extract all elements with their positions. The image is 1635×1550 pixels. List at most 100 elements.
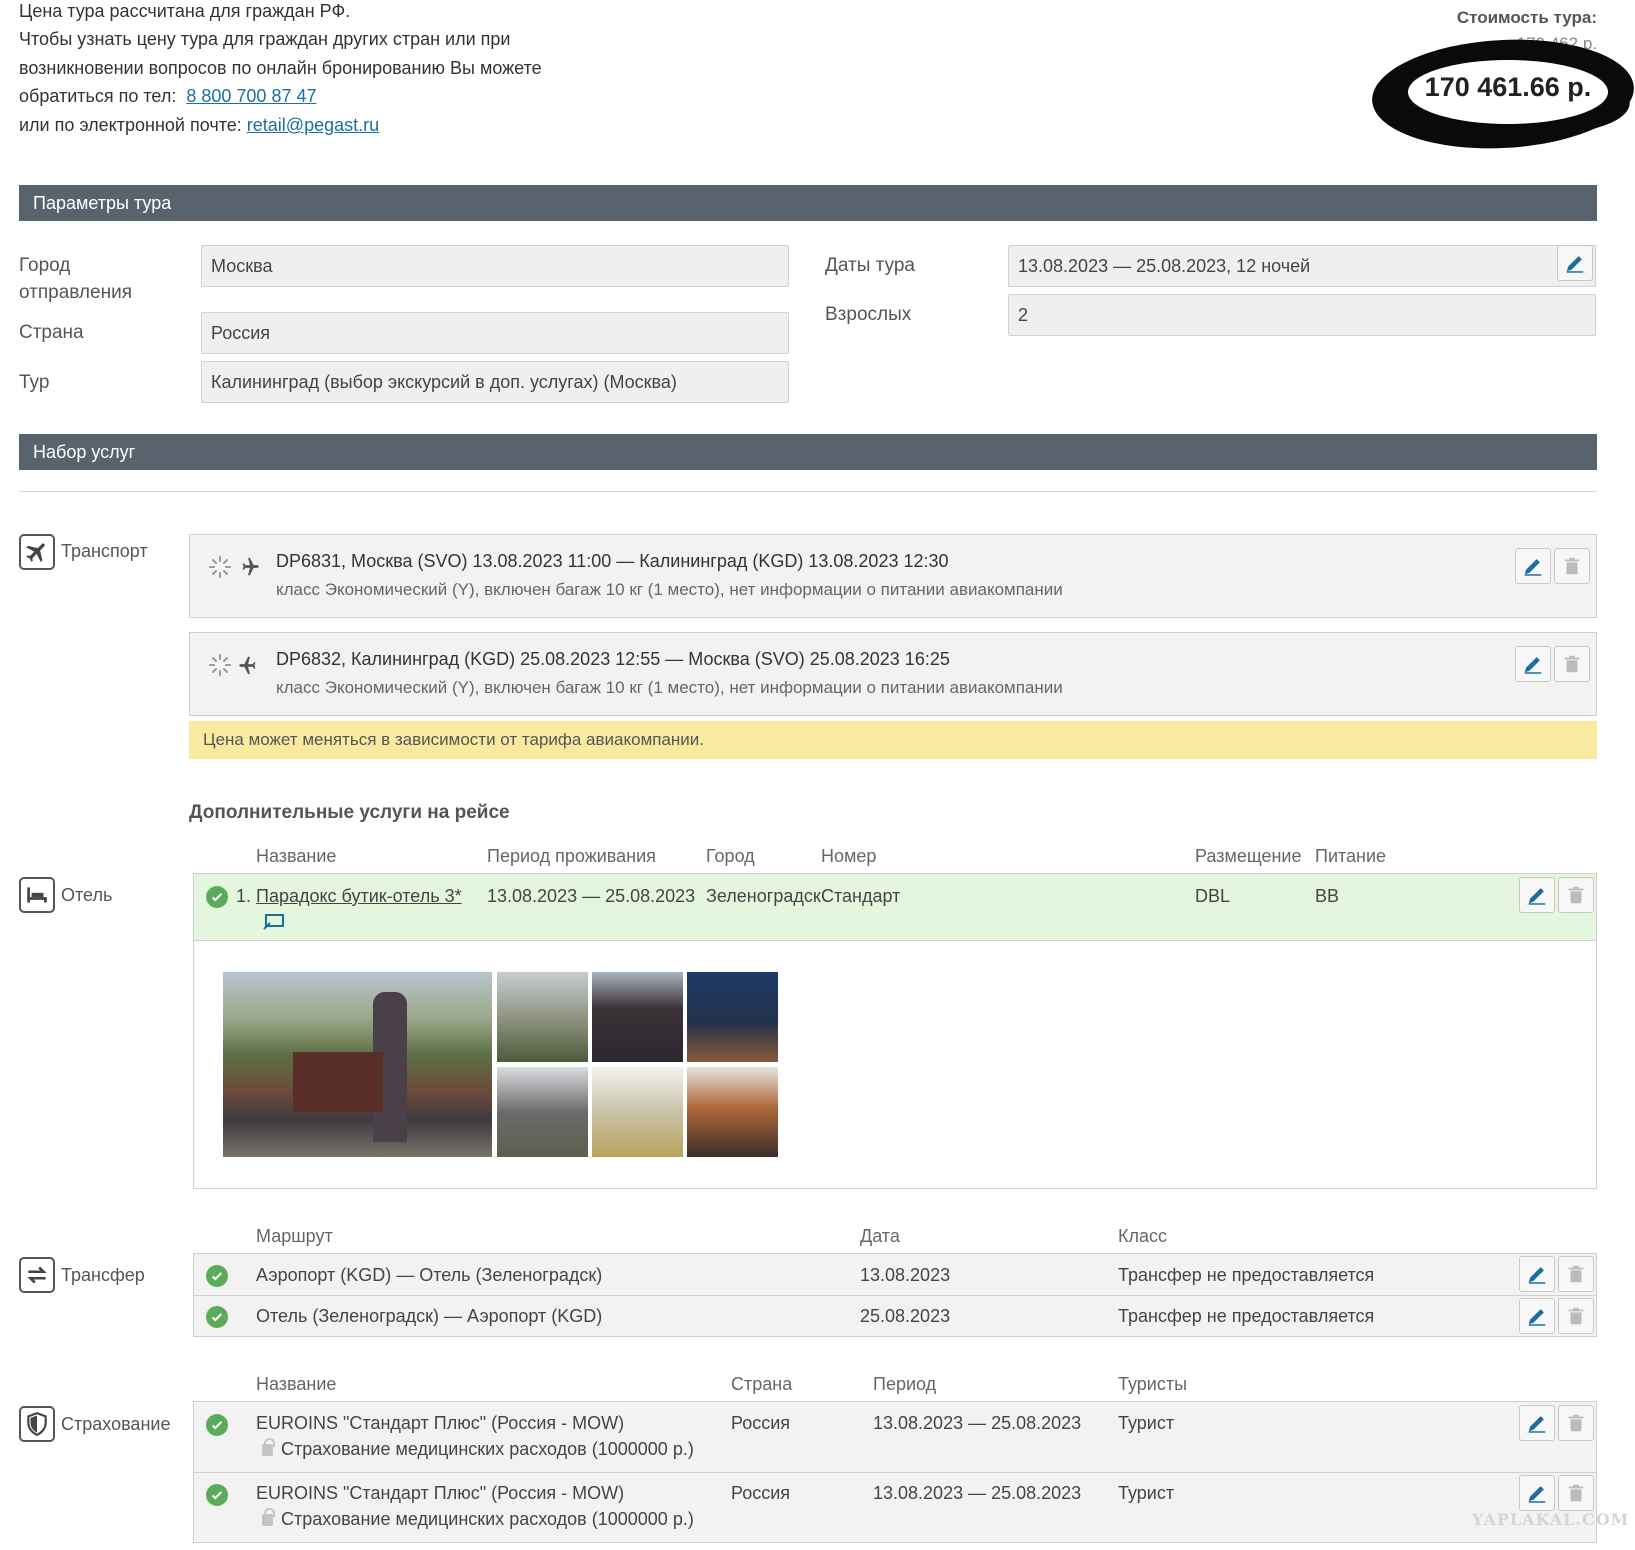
pencil-icon (1566, 256, 1584, 273)
edit-hotel-button[interactable] (1519, 877, 1555, 913)
pencil-icon (1528, 1309, 1546, 1326)
map-location-icon[interactable] (263, 913, 285, 931)
dates-label: Даты тура (825, 255, 915, 276)
transfer-route: Отель (Зеленоградск) — Аэропорт (KGD) (256, 1306, 603, 1326)
trash-icon (1568, 1265, 1584, 1283)
edit-transfer-button[interactable] (1519, 1256, 1555, 1292)
hotel-name-link[interactable]: Парадокс бутик-отель 3* (256, 886, 462, 907)
dates-field[interactable]: 13.08.2023 — 25.08.2023, 12 ночей (1008, 245, 1596, 287)
email-link[interactable]: retail@pegast.ru (247, 115, 379, 135)
pencil-icon (1524, 657, 1542, 674)
hotel-row-number: 1. (236, 886, 252, 906)
delete-flight-button[interactable] (1554, 646, 1590, 682)
transfer-route: Аэропорт (KGD) — Отель (Зеленоградск) (256, 1265, 603, 1285)
departure-label: Город отправления (19, 255, 132, 303)
insurance-table: EUROINS "Стандарт Плюс" (Россия - MOW) С… (193, 1401, 1597, 1543)
hotel-period: 13.08.2023 — 25.08.2023 (487, 886, 696, 906)
hotel-photo[interactable] (686, 1066, 779, 1158)
services-header: Набор услуг (19, 434, 1597, 470)
edit-dates-button[interactable] (1557, 245, 1593, 281)
lock-icon (262, 1508, 275, 1526)
hotel-col-city: Город (706, 846, 755, 866)
plane-depart-icon (242, 557, 259, 576)
flight-details: класс Экономический (Y), включен багаж 1… (276, 678, 1063, 697)
extra-services-heading[interactable]: Дополнительные услуги на рейсе (189, 802, 510, 824)
trash-icon (1568, 1414, 1584, 1432)
hotel-row: 1. Парадокс бутик-отель 3* 13.08.2023 — … (193, 873, 1597, 941)
trash-icon (1568, 1307, 1584, 1325)
hotel-photo-main[interactable] (222, 971, 493, 1158)
info-phone-line: обратиться по тел: 8 800 700 87 47 (19, 85, 316, 107)
edit-flight-button[interactable] (1515, 646, 1551, 682)
delete-transfer-button[interactable] (1558, 1256, 1594, 1292)
hotel-room: Стандарт (821, 886, 901, 906)
edit-flight-button[interactable] (1515, 548, 1551, 584)
flight-details: класс Экономический (Y), включен багаж 1… (276, 580, 1063, 599)
hotel-photo[interactable] (591, 1066, 684, 1158)
delete-flight-button[interactable] (1554, 548, 1590, 584)
hotel-photo[interactable] (686, 971, 779, 1063)
hotel-photo[interactable] (496, 971, 589, 1063)
check-icon (206, 1414, 228, 1436)
transfer-class: Трансфер не предоставляется (1118, 1265, 1375, 1285)
flight-card: DP6832, Калининград (KGD) 25.08.2023 12:… (189, 632, 1597, 716)
airplane-icon (19, 534, 55, 570)
transfer-date: 25.08.2023 (860, 1306, 951, 1326)
insurance-detail: Страхование медицинских расходов (100000… (262, 1438, 694, 1460)
transfer-col-date: Дата (860, 1226, 900, 1246)
tour-field[interactable]: Калининград (выбор экскурсий в доп. услу… (201, 361, 789, 403)
info-citizens-line: Цена тура рассчитана для граждан РФ. (19, 1, 351, 21)
insurance-col-country: Страна (731, 1374, 793, 1394)
hotel-col-name: Название (256, 846, 337, 866)
divider (19, 491, 1597, 492)
hotel-col-room: Номер (821, 846, 877, 866)
transfer-class: Трансфер не предоставляется (1118, 1306, 1375, 1326)
insurance-label: Страхование (61, 1414, 171, 1434)
hotel-label: Отель (61, 885, 113, 905)
insurance-col-name: Название (256, 1374, 337, 1394)
check-icon (206, 1484, 228, 1506)
transport-label: Транспорт (61, 541, 148, 561)
info-other-countries-line: Чтобы узнать цену тура для граждан други… (19, 29, 511, 49)
email-prefix: или по электронной почте: (19, 115, 242, 135)
trash-icon (1564, 655, 1580, 673)
hotel-placement: DBL (1195, 886, 1231, 906)
adults-field[interactable]: 2 (1008, 294, 1596, 336)
delete-transfer-button[interactable] (1558, 1298, 1594, 1334)
delete-insurance-button[interactable] (1558, 1405, 1594, 1441)
insurance-period: 13.08.2023 — 25.08.2023 (873, 1413, 1082, 1433)
loading-spinner-icon (209, 654, 231, 676)
shield-icon (19, 1406, 55, 1442)
insurance-tourists: Турист (1118, 1413, 1175, 1433)
insurance-name: EUROINS "Стандарт Плюс" (Россия - MOW) (256, 1413, 625, 1433)
hotel-photo[interactable] (496, 1066, 589, 1158)
country-field[interactable]: Россия (201, 312, 789, 354)
insurance-tourists: Турист (1118, 1483, 1175, 1503)
departure-field[interactable]: Москва (201, 245, 789, 287)
row-divider (194, 1295, 1596, 1296)
flight-route: DP6832, Калининград (KGD) 25.08.2023 12:… (276, 649, 950, 669)
hotel-city: Зеленоградск (706, 886, 821, 906)
transfer-date: 13.08.2023 (860, 1265, 951, 1285)
hotel-photo[interactable] (591, 971, 684, 1063)
edit-insurance-button[interactable] (1519, 1475, 1555, 1511)
bed-icon (19, 877, 55, 913)
hotel-meal: BB (1315, 886, 1340, 906)
check-icon (206, 886, 228, 908)
lock-icon (262, 1438, 275, 1456)
info-email-line: или по электронной почте: retail@pegast.… (19, 114, 379, 136)
delete-hotel-button[interactable] (1558, 877, 1594, 913)
price-label: Стоимость тура: (1456, 8, 1597, 27)
phone-link[interactable]: 8 800 700 87 47 (186, 86, 316, 106)
edit-insurance-button[interactable] (1519, 1405, 1555, 1441)
edit-transfer-button[interactable] (1519, 1298, 1555, 1334)
delete-insurance-button[interactable] (1558, 1475, 1594, 1511)
hotel-col-placement: Размещение (1195, 846, 1302, 866)
transfer-table: Аэропорт (KGD) — Отель (Зеленоградск) 13… (193, 1253, 1597, 1337)
insurance-country: Россия (731, 1483, 791, 1503)
insurance-period: 13.08.2023 — 25.08.2023 (873, 1483, 1082, 1503)
phone-prefix: обратиться по тел: (19, 86, 177, 106)
check-icon (206, 1306, 228, 1328)
info-questions-line: возникновении вопросов по онлайн брониро… (19, 58, 542, 78)
hotel-gallery (193, 941, 1597, 1189)
